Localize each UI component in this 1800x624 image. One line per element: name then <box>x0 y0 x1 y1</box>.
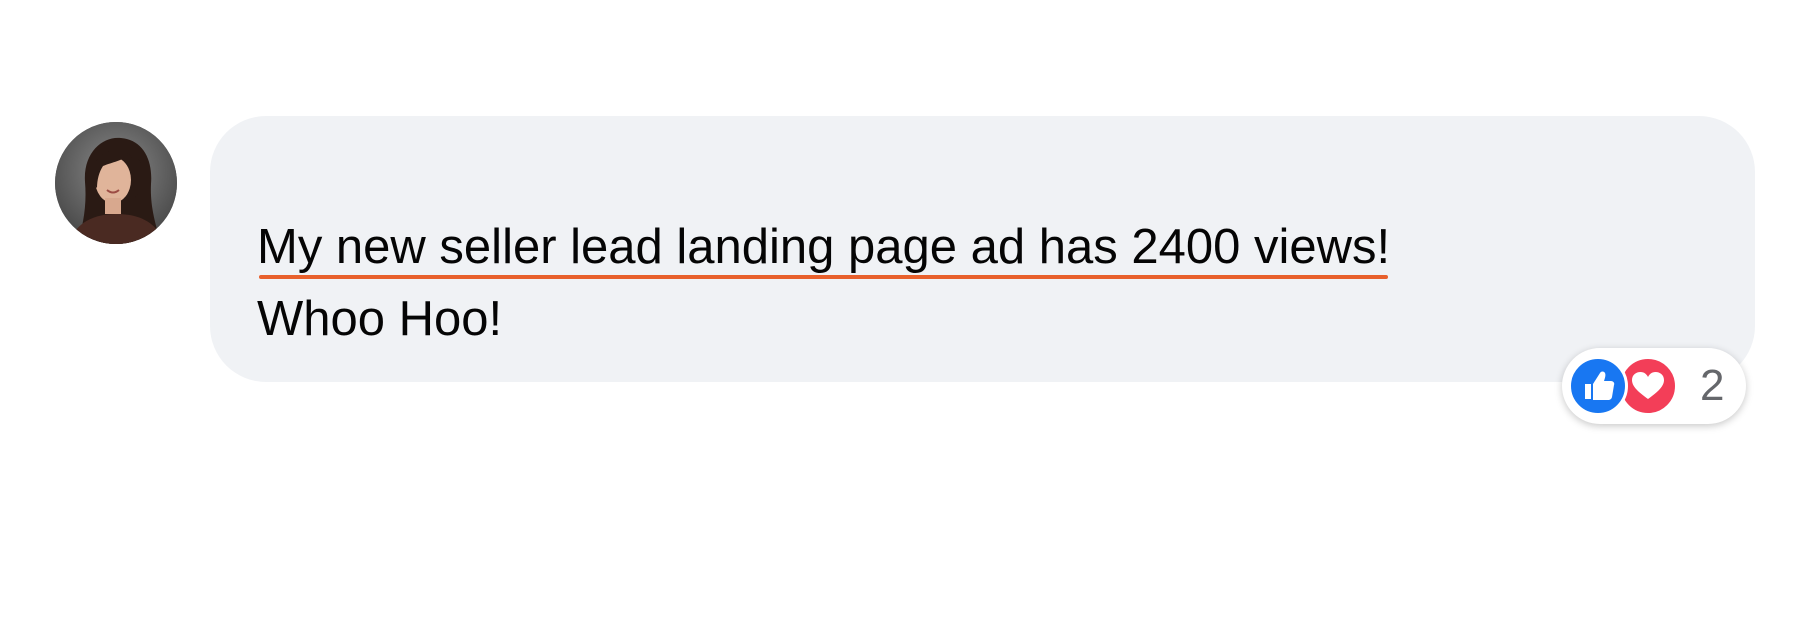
comment-highlighted-line: My new seller lead landing page ad has 2… <box>257 211 1390 283</box>
reaction-count: 2 <box>1700 361 1725 410</box>
profile-photo-icon <box>55 122 177 244</box>
avatar[interactable] <box>55 122 177 244</box>
comment-bubble: My new seller lead landing page ad has 2… <box>210 116 1755 382</box>
comment-line-1: My new seller lead landing page ad has 2… <box>257 220 1391 274</box>
comment-thread: My new seller lead landing page ad has 2… <box>0 0 1800 624</box>
reactions-summary[interactable]: 2 <box>1562 348 1746 424</box>
like-icon <box>1568 356 1628 416</box>
highlight-underline <box>259 275 1389 279</box>
comment-line-2: Whoo Hoo! <box>257 292 503 346</box>
comment-text: My new seller lead landing page ad has 2… <box>257 211 1390 355</box>
